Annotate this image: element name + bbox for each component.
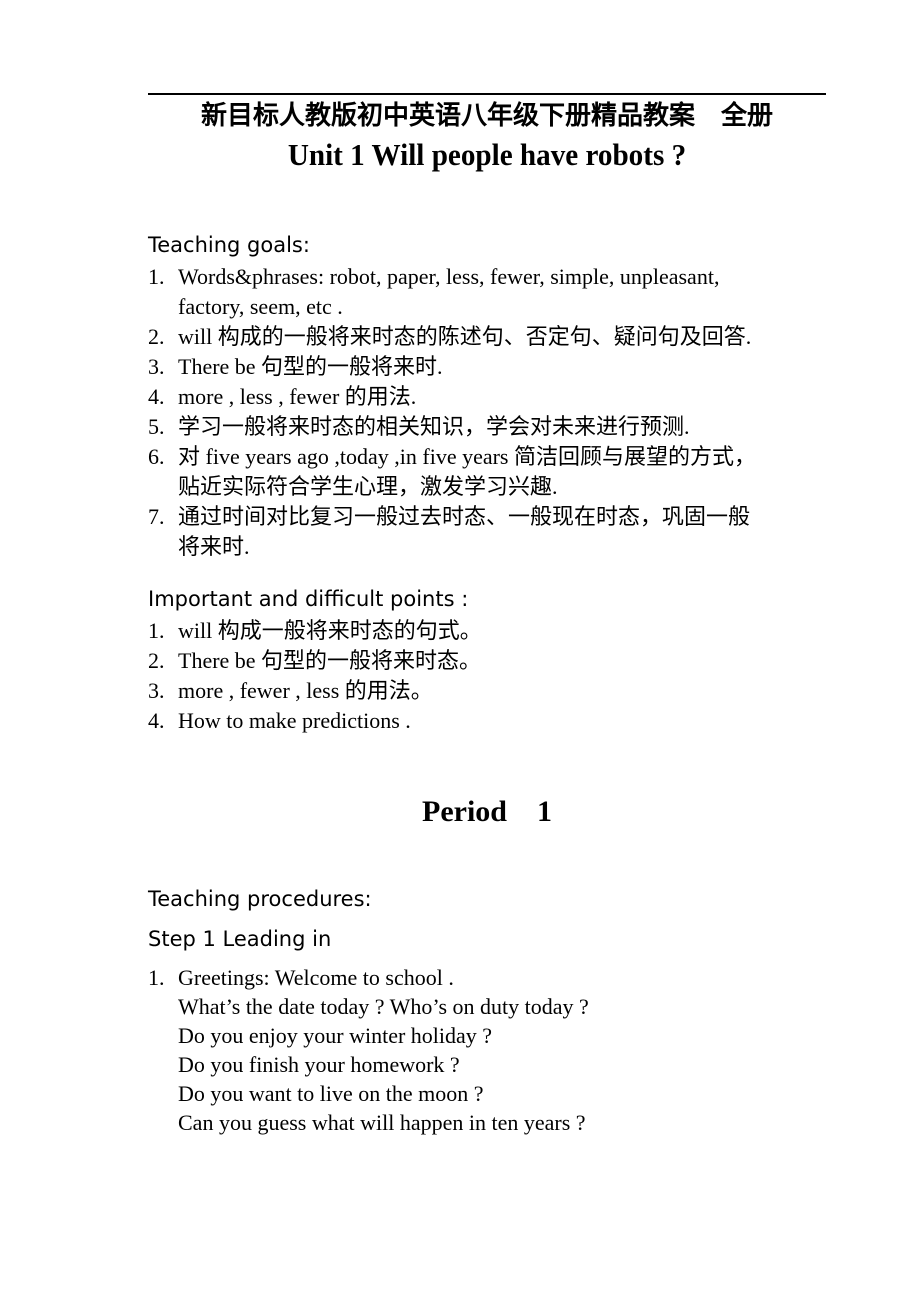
- list-item-number: 1.: [148, 264, 165, 289]
- list-item: 1. will 构成一般将来时态的句式。: [148, 616, 848, 646]
- list-item: 7. 通过时间对比复习一般过去时态、一般现在时态，巩固一般 将来时.: [148, 502, 848, 562]
- list-item-line: will 构成的一般将来时态的陈述句、否定句、疑问句及回答.: [178, 324, 752, 349]
- list-item-number: 3.: [148, 354, 165, 379]
- document-header-subtitle: 新目标人教版初中英语八年级下册精品教案 全册: [200, 101, 773, 131]
- list-item-number: 3.: [148, 678, 165, 703]
- list-item-line: 对 five years ago ,today ,in five years 简…: [178, 444, 756, 469]
- list-item: 3. There be 句型的一般将来时.: [148, 352, 848, 382]
- list-item: 6. 对 five years ago ,today ,in five year…: [148, 442, 848, 502]
- list-item-line: Words&phrases: robot, paper, less, fewer…: [178, 264, 720, 289]
- list-item-line: 将来时.: [178, 534, 250, 559]
- header-divider-rule: [148, 93, 826, 95]
- list-item-number: 4.: [148, 708, 165, 733]
- list-item-number: 7.: [148, 504, 165, 529]
- list-item: 4. more , less , fewer 的用法.: [148, 382, 848, 412]
- list-item-number: 2.: [148, 324, 165, 349]
- list-item-line: 贴近实际符合学生心理，激发学习兴趣.: [178, 474, 558, 499]
- teaching-procedures-heading: Teaching procedures:: [148, 887, 372, 911]
- list-item: 1. Greetings: Welcome to school . What’s…: [148, 963, 848, 1137]
- list-item: 3. more , fewer , less 的用法。: [148, 676, 848, 706]
- list-item: 2. will 构成的一般将来时态的陈述句、否定句、疑问句及回答.: [148, 322, 848, 352]
- greeting-line: Can you guess what will happen in ten ye…: [178, 1110, 586, 1135]
- list-item-number: 6.: [148, 444, 165, 469]
- list-item: 4. How to make predictions .: [148, 706, 848, 736]
- list-item: 5. 学习一般将来时态的相关知识，学会对未来进行预测.: [148, 412, 848, 442]
- greeting-line: Do you enjoy your winter holiday ?: [178, 1023, 493, 1048]
- step-1-heading: Step 1 Leading in: [148, 927, 332, 951]
- list-item-line: 学习一般将来时态的相关知识，学会对未来进行预测.: [178, 414, 690, 439]
- list-item-number: 5.: [148, 414, 165, 439]
- list-item-number: 1.: [148, 618, 165, 643]
- list-item-line: more , fewer , less 的用法。: [178, 678, 433, 703]
- list-item-number: 1.: [148, 965, 165, 990]
- greeting-line: Do you want to live on the moon ?: [178, 1081, 484, 1106]
- list-item-line: more , less , fewer 的用法.: [178, 384, 417, 409]
- important-points-heading: Important and difficult points :: [148, 587, 469, 611]
- page-title: Unit 1 Will people have robots ?: [287, 137, 687, 172]
- list-item-line: There be 句型的一般将来时.: [178, 354, 443, 379]
- list-item: 2. There be 句型的一般将来时态。: [148, 646, 848, 676]
- teaching-goals-list: 1. Words&phrases: robot, paper, less, fe…: [148, 262, 848, 562]
- greeting-line: Greetings: Welcome to school .: [178, 965, 454, 990]
- greeting-line: What’s the date today ? Who’s on duty to…: [178, 994, 589, 1019]
- list-item-line: There be 句型的一般将来时态。: [178, 648, 482, 673]
- teaching-goals-heading: Teaching goals:: [148, 233, 310, 257]
- list-item-line: 通过时间对比复习一般过去时态、一般现在时态，巩固一般: [178, 504, 751, 529]
- list-item: 1. Words&phrases: robot, paper, less, fe…: [148, 262, 848, 322]
- list-item-line: will 构成一般将来时态的句式。: [178, 618, 482, 643]
- procedures-list: 1. Greetings: Welcome to school . What’s…: [148, 963, 848, 1137]
- period-heading: Period 1: [422, 795, 552, 828]
- list-item-line: How to make predictions .: [178, 708, 411, 733]
- important-points-list: 1. will 构成一般将来时态的句式。 2. There be 句型的一般将来…: [148, 616, 848, 736]
- list-item-number: 4.: [148, 384, 165, 409]
- list-item-number: 2.: [148, 648, 165, 673]
- greeting-line: Do you finish your homework ?: [178, 1052, 460, 1077]
- list-item-line: factory, seem, etc .: [178, 294, 343, 319]
- document-page: 新目标人教版初中英语八年级下册精品教案 全册 Unit 1 Will peopl…: [0, 0, 920, 1300]
